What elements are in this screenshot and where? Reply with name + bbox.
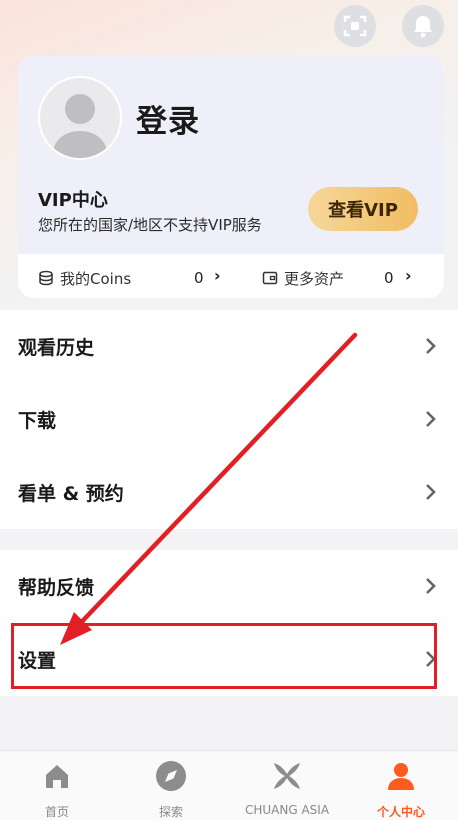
home-icon	[40, 759, 74, 793]
menu-item-watch-history[interactable]: 观看历史	[0, 310, 458, 383]
tab-label: CHUANG ASIA	[244, 803, 330, 817]
menu-item-download[interactable]: 下载	[0, 383, 458, 456]
tab-chuang-asia[interactable]: CHUANG ASIA	[230, 751, 344, 820]
avatar[interactable]	[38, 76, 122, 160]
menu-item-settings[interactable]: 设置	[0, 623, 458, 696]
tab-label: 首页	[44, 805, 69, 819]
assets-value: 0	[384, 269, 394, 287]
menu-item-label: 观看历史	[18, 337, 95, 359]
menu-item-label: 帮助反馈	[18, 577, 95, 599]
vip-unavailable-text: 您所在的国家/地区不支持VIP服务	[38, 216, 262, 234]
more-assets-label: 更多资产	[284, 269, 345, 288]
scan-button[interactable]	[334, 5, 376, 47]
coins-value: 0	[194, 269, 204, 287]
coins-icon	[39, 270, 53, 286]
vip-center-title: VIP中心	[38, 190, 108, 211]
bottom-tab-bar: 首页 探索 CHUANG ASIA 个人中心	[0, 750, 458, 820]
chevron-right-icon	[426, 651, 436, 667]
coins-row[interactable]: 我的Coins 0 ›	[38, 266, 226, 290]
avatar-placeholder-icon	[52, 94, 108, 158]
tab-label: 探索	[158, 805, 183, 819]
wallet-icon	[262, 271, 278, 285]
menu-item-label: 下载	[18, 410, 57, 432]
menu-item-label: 看单 & 预约	[18, 483, 124, 505]
chevron-right-icon	[426, 338, 436, 354]
chuang-asia-icon	[270, 759, 304, 793]
menu-group-primary: 观看历史 下载 看单 & 预约	[0, 310, 458, 529]
menu-item-help-feedback[interactable]: 帮助反馈	[0, 550, 458, 623]
tab-label: 个人中心	[376, 805, 425, 819]
menu-item-watchlist-reservation[interactable]: 看单 & 预约	[0, 456, 458, 529]
more-assets-row[interactable]: 更多资产 0 ›	[262, 266, 422, 290]
view-vip-button[interactable]: 查看VIP	[308, 187, 418, 231]
bell-icon	[414, 16, 432, 38]
login-label[interactable]: 登录	[136, 96, 200, 141]
chevron-right-icon: ›	[214, 266, 221, 285]
menu-group-secondary: 帮助反馈 设置	[0, 550, 458, 696]
chevron-right-icon	[426, 411, 436, 427]
menu-item-label: 设置	[18, 650, 57, 672]
person-icon	[384, 759, 418, 793]
notification-button[interactable]	[402, 5, 444, 47]
tab-explore[interactable]: 探索	[114, 751, 228, 820]
compass-icon	[154, 759, 188, 793]
chevron-right-icon	[426, 484, 436, 500]
tab-profile[interactable]: 个人中心	[344, 751, 458, 820]
scan-icon	[343, 15, 367, 37]
chevron-right-icon	[426, 578, 436, 594]
chevron-right-icon: ›	[405, 266, 412, 285]
coins-label: 我的Coins	[60, 269, 132, 288]
tab-home[interactable]: 首页	[0, 751, 114, 820]
profile-card: 登录 VIP中心 您所在的国家/地区不支持VIP服务 查看VIP 我的Coins…	[18, 56, 444, 298]
